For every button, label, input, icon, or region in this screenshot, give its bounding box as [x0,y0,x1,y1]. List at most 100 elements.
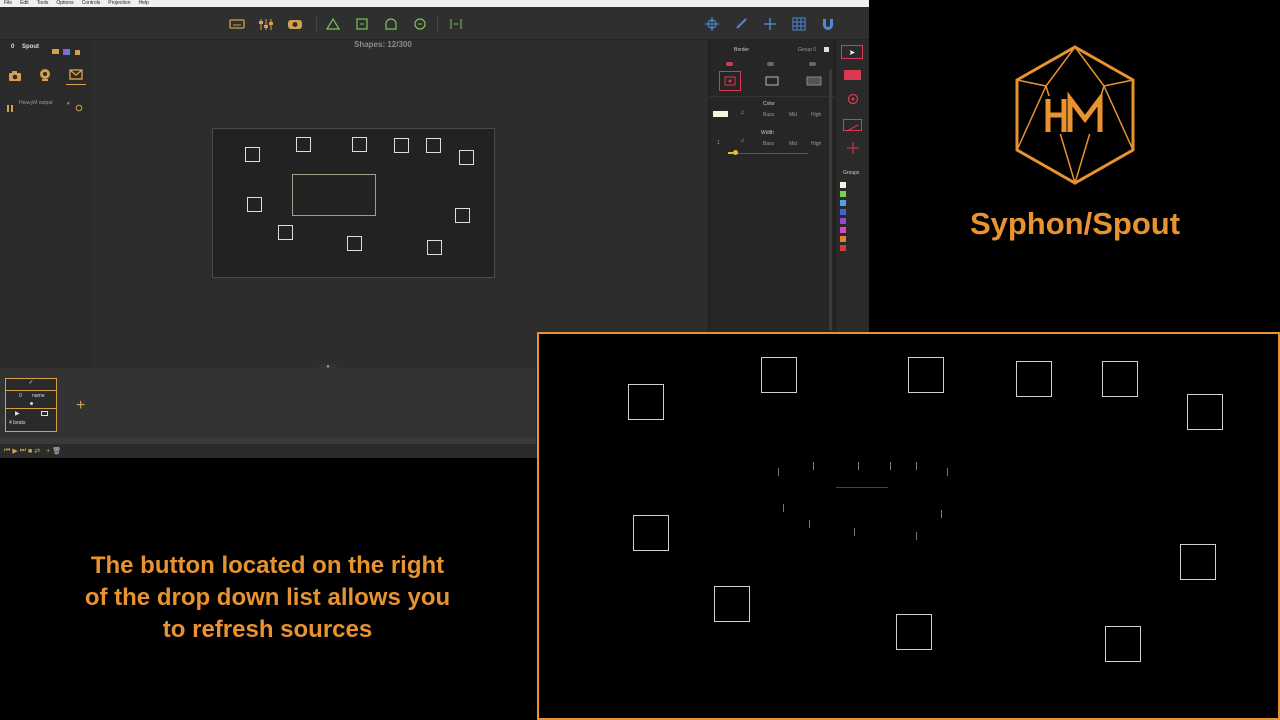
pause-icon[interactable] [7,99,13,112]
menu-controls[interactable]: Controls [82,0,101,7]
output-shape [633,515,669,551]
refresh-sources-button[interactable] [75,99,83,112]
group-swatch[interactable] [840,236,846,242]
mixer-icon[interactable] [258,16,274,32]
group-swatch[interactable] [840,191,846,197]
previous-icon[interactable]: ⏮ [4,447,10,455]
chevron-down-icon[interactable]: ▾ [67,101,70,107]
color-freq-mid[interactable]: Mid [789,112,797,118]
play-icon[interactable]: ▶ [15,410,20,417]
magnet-icon[interactable] [820,16,836,32]
square-icon[interactable] [354,16,370,32]
menu-edit[interactable]: Edit [20,0,29,7]
source-dropdown[interactable]: HeavyM output [19,100,69,106]
shuffle-icon[interactable]: ⇄ [34,447,40,455]
stage-shape[interactable] [427,240,442,255]
group-swatch[interactable] [840,227,846,233]
menu-options[interactable]: Options [56,0,73,7]
move-icon[interactable] [704,16,720,32]
spout-source-tab[interactable] [66,65,86,85]
stage-canvas[interactable]: Shapes: 12/300 ▾ [91,40,708,370]
mask-effect-icon[interactable] [843,119,862,132]
stage-shape[interactable] [278,225,293,240]
add-icon[interactable]: + [46,448,50,455]
dome-icon[interactable] [383,16,399,32]
stage-shape[interactable] [459,150,474,165]
effect-toggle-off[interactable] [767,62,774,66]
menu-help[interactable]: Help [138,0,148,7]
output-shape [1180,544,1216,580]
keyboard-icon[interactable] [229,16,245,32]
audio-reactive-icon[interactable]: ♫ [740,110,745,116]
grid-icon[interactable] [791,16,807,32]
menu-file[interactable]: File [4,0,12,7]
media-icon[interactable] [287,16,303,32]
cue-beats[interactable]: 4 beats [9,420,25,426]
menu-bar: File Edit Tools Options Controls Project… [0,0,869,7]
color-freq-low[interactable]: Bass [763,112,774,118]
stage-shape[interactable] [426,138,441,153]
camera-icon[interactable] [8,69,22,81]
group-swatch[interactable] [840,209,846,215]
width-slider[interactable] [728,153,808,154]
next-icon[interactable]: ⏭ [20,447,26,455]
webcam-icon[interactable] [38,68,52,82]
circle-icon[interactable] [412,16,428,32]
add-cue-button[interactable]: + [76,397,85,415]
color-freq-high[interactable]: High [811,112,821,118]
output-shape [896,614,932,650]
border-style-filled-tab[interactable] [803,71,825,91]
syphon-source-shape[interactable] [292,174,376,216]
bulb-effect-icon[interactable] [846,92,860,106]
effect-toggle-on[interactable] [726,62,733,66]
output-shape [1187,394,1223,430]
group-checkbox[interactable] [824,47,829,52]
group-swatch[interactable] [840,245,846,251]
menu-tools[interactable]: Tools [37,0,49,7]
stage-shape[interactable] [455,208,470,223]
caption-line-3: to refresh sources [162,616,373,643]
width-freq-high[interactable]: High [811,141,821,147]
width-freq-low[interactable]: Bass [763,141,774,147]
color-swatch[interactable] [713,111,728,117]
cue-card[interactable]: ✓ 0 name ▶ 4 beats [5,378,57,432]
triangle-icon[interactable] [325,16,341,32]
stage-shape[interactable] [247,197,262,212]
split-icon[interactable] [448,16,464,32]
cue-number: 0 [19,393,22,399]
group-swatch[interactable] [840,218,846,224]
stage-shape[interactable] [245,147,260,162]
group-label: Group 0 [798,47,817,53]
screen-icon[interactable] [41,411,48,416]
stage-shape[interactable] [352,137,367,152]
width-freq-mid[interactable]: Mid [789,141,797,147]
menu-projection[interactable]: Projection [108,0,130,7]
width-slider-handle[interactable] [733,150,738,155]
effect-toggle-off[interactable] [809,62,816,66]
crosshair-icon[interactable] [762,16,778,32]
play-icon[interactable]: ▶ [12,447,17,455]
border-effect-icon[interactable] [844,70,861,80]
select-tool-icon[interactable]: ➤ [841,45,863,59]
trash-icon[interactable]: 🗑 [52,447,61,455]
width-value: 1 [717,140,720,146]
group-swatch[interactable] [840,182,846,188]
syphon-feedback-preview [776,462,951,547]
brush-icon[interactable] [733,16,749,32]
stage-shape[interactable] [296,137,311,152]
audio-reactive-icon[interactable]: ♫ [740,138,745,144]
stop-icon[interactable]: ■ [28,448,32,455]
scrollbar[interactable] [829,70,832,330]
projection-frame[interactable] [212,128,495,278]
border-style-fire-tab[interactable] [719,71,741,91]
heavym-logo [1012,44,1138,186]
caption-line-1: The button located on the right [90,552,445,579]
toolbar-divider [437,16,438,32]
sparkle-effect-icon[interactable] [846,141,860,155]
cue-name[interactable]: name [32,393,45,399]
stage-shape[interactable] [394,138,409,153]
border-style-outline-tab[interactable] [761,71,783,91]
stage-shape[interactable] [347,236,362,251]
group-swatch[interactable] [840,200,846,206]
toolbar-divider [316,16,317,32]
